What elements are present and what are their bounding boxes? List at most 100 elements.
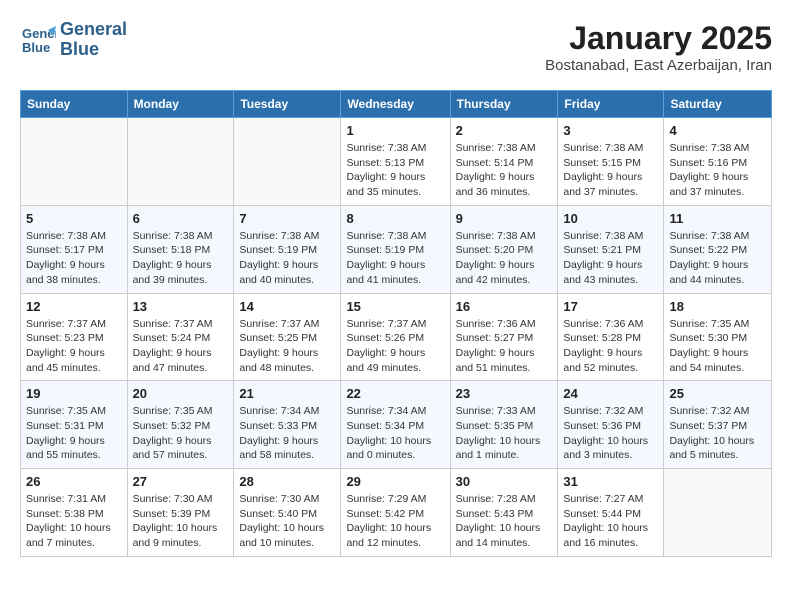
calendar-cell: 27Sunrise: 7:30 AM Sunset: 5:39 PM Dayli… xyxy=(127,469,234,557)
day-info: Sunrise: 7:38 AM Sunset: 5:21 PM Dayligh… xyxy=(563,229,658,288)
title-area: January 2025 Bostanabad, East Azerbaijan… xyxy=(545,20,772,74)
day-number: 8 xyxy=(346,211,444,226)
cell-content: 22 Sunrise: 7:34 AM Sunset: 5:34 PM Dayli… xyxy=(346,386,444,463)
day-number: 16 xyxy=(456,299,553,314)
week-row-3: 12Sunrise: 7:37 AM Sunset: 5:23 PM Dayli… xyxy=(21,293,772,381)
month-title: January 2025 xyxy=(545,20,772,57)
day-number: 13 xyxy=(133,299,229,314)
calendar-cell: 29 Sunrise: 7:29 AM Sunset: 5:42 PM Dayli… xyxy=(341,469,450,557)
day-number: 18 xyxy=(669,299,766,314)
calendar-cell: 3 Sunrise: 7:38 AM Sunset: 5:15 PM Daylig… xyxy=(558,118,664,206)
day-info: Sunrise: 7:38 AM Sunset: 5:19 PM Dayligh… xyxy=(346,229,444,288)
cell-content: 12Sunrise: 7:37 AM Sunset: 5:23 PM Dayli… xyxy=(26,299,122,376)
cell-content: 19 Sunrise: 7:35 AM Sunset: 5:31 PM Dayli… xyxy=(26,386,122,463)
day-number: 1 xyxy=(346,123,444,138)
logo-icon: General Blue xyxy=(20,22,56,58)
cell-content: 25Sunrise: 7:32 AM Sunset: 5:37 PM Dayli… xyxy=(669,386,766,463)
calendar-cell: 16Sunrise: 7:36 AM Sunset: 5:27 PM Dayli… xyxy=(450,293,558,381)
day-info: Sunrise: 7:30 AM Sunset: 5:40 PM Dayligh… xyxy=(239,492,335,551)
day-number: 22 xyxy=(346,386,444,401)
cell-content: 21 Sunrise: 7:34 AM Sunset: 5:33 PM Dayli… xyxy=(239,386,335,463)
calendar-cell: 4 Sunrise: 7:38 AM Sunset: 5:16 PM Daylig… xyxy=(664,118,772,206)
day-info: Sunrise: 7:29 AM Sunset: 5:42 PM Dayligh… xyxy=(346,492,444,551)
day-info: Sunrise: 7:38 AM Sunset: 5:16 PM Dayligh… xyxy=(669,141,766,200)
location-title: Bostanabad, East Azerbaijan, Iran xyxy=(545,57,772,74)
week-row-1: 1Sunrise: 7:38 AM Sunset: 5:13 PM Daylig… xyxy=(21,118,772,206)
calendar-cell: 26Sunrise: 7:31 AM Sunset: 5:38 PM Dayli… xyxy=(21,469,128,557)
calendar-cell: 20Sunrise: 7:35 AM Sunset: 5:32 PM Dayli… xyxy=(127,381,234,469)
day-info: Sunrise: 7:37 AM Sunset: 5:26 PM Dayligh… xyxy=(346,317,444,376)
svg-text:Blue: Blue xyxy=(22,40,50,55)
day-number: 29 xyxy=(346,474,444,489)
calendar-cell: 30Sunrise: 7:28 AM Sunset: 5:43 PM Dayli… xyxy=(450,469,558,557)
calendar-cell: 19 Sunrise: 7:35 AM Sunset: 5:31 PM Dayli… xyxy=(21,381,128,469)
day-info: Sunrise: 7:35 AM Sunset: 5:31 PM Dayligh… xyxy=(26,404,122,463)
day-number: 19 xyxy=(26,386,122,401)
day-number: 21 xyxy=(239,386,335,401)
cell-content: 1Sunrise: 7:38 AM Sunset: 5:13 PM Daylig… xyxy=(346,123,444,200)
logo-text-line1: General xyxy=(60,20,127,40)
calendar-cell: 12Sunrise: 7:37 AM Sunset: 5:23 PM Dayli… xyxy=(21,293,128,381)
calendar-cell: 6Sunrise: 7:38 AM Sunset: 5:18 PM Daylig… xyxy=(127,205,234,293)
day-number: 23 xyxy=(456,386,553,401)
calendar-cell: 7Sunrise: 7:38 AM Sunset: 5:19 PM Daylig… xyxy=(234,205,341,293)
day-number: 3 xyxy=(563,123,658,138)
calendar-cell: 9 Sunrise: 7:38 AM Sunset: 5:20 PM Daylig… xyxy=(450,205,558,293)
calendar-cell: 2Sunrise: 7:38 AM Sunset: 5:14 PM Daylig… xyxy=(450,118,558,206)
cell-content: 26Sunrise: 7:31 AM Sunset: 5:38 PM Dayli… xyxy=(26,474,122,551)
logo-text-line2: Blue xyxy=(60,40,127,60)
day-info: Sunrise: 7:34 AM Sunset: 5:33 PM Dayligh… xyxy=(239,404,335,463)
calendar-cell xyxy=(127,118,234,206)
day-info: Sunrise: 7:38 AM Sunset: 5:20 PM Dayligh… xyxy=(456,229,553,288)
calendar-cell xyxy=(234,118,341,206)
cell-content xyxy=(239,123,335,195)
calendar-cell: 23 Sunrise: 7:33 AM Sunset: 5:35 PM Dayli… xyxy=(450,381,558,469)
cell-content: 18 Sunrise: 7:35 AM Sunset: 5:30 PM Dayli… xyxy=(669,299,766,376)
week-row-5: 26Sunrise: 7:31 AM Sunset: 5:38 PM Dayli… xyxy=(21,469,772,557)
cell-content: 17Sunrise: 7:36 AM Sunset: 5:28 PM Dayli… xyxy=(563,299,658,376)
calendar-cell: 31Sunrise: 7:27 AM Sunset: 5:44 PM Dayli… xyxy=(558,469,664,557)
cell-content: 28 Sunrise: 7:30 AM Sunset: 5:40 PM Dayli… xyxy=(239,474,335,551)
svg-text:General: General xyxy=(22,26,56,41)
cell-content xyxy=(133,123,229,195)
day-number: 9 xyxy=(456,211,553,226)
calendar-cell: 22 Sunrise: 7:34 AM Sunset: 5:34 PM Dayli… xyxy=(341,381,450,469)
cell-content: 7Sunrise: 7:38 AM Sunset: 5:19 PM Daylig… xyxy=(239,211,335,288)
day-number: 28 xyxy=(239,474,335,489)
calendar-cell: 21 Sunrise: 7:34 AM Sunset: 5:33 PM Dayli… xyxy=(234,381,341,469)
day-info: Sunrise: 7:34 AM Sunset: 5:34 PM Dayligh… xyxy=(346,404,444,463)
calendar-cell: 15Sunrise: 7:37 AM Sunset: 5:26 PM Dayli… xyxy=(341,293,450,381)
weekday-header-wednesday: Wednesday xyxy=(341,91,450,118)
day-number: 5 xyxy=(26,211,122,226)
cell-content: 29 Sunrise: 7:29 AM Sunset: 5:42 PM Dayli… xyxy=(346,474,444,551)
day-info: Sunrise: 7:33 AM Sunset: 5:35 PM Dayligh… xyxy=(456,404,553,463)
day-info: Sunrise: 7:38 AM Sunset: 5:15 PM Dayligh… xyxy=(563,141,658,200)
cell-content: 14Sunrise: 7:37 AM Sunset: 5:25 PM Dayli… xyxy=(239,299,335,376)
calendar-cell: 24 Sunrise: 7:32 AM Sunset: 5:36 PM Dayli… xyxy=(558,381,664,469)
day-number: 4 xyxy=(669,123,766,138)
cell-content: 24 Sunrise: 7:32 AM Sunset: 5:36 PM Dayli… xyxy=(563,386,658,463)
weekday-header-tuesday: Tuesday xyxy=(234,91,341,118)
calendar-cell: 1Sunrise: 7:38 AM Sunset: 5:13 PM Daylig… xyxy=(341,118,450,206)
day-number: 26 xyxy=(26,474,122,489)
day-number: 30 xyxy=(456,474,553,489)
week-row-2: 5Sunrise: 7:38 AM Sunset: 5:17 PM Daylig… xyxy=(21,205,772,293)
calendar-cell: 25Sunrise: 7:32 AM Sunset: 5:37 PM Dayli… xyxy=(664,381,772,469)
day-number: 25 xyxy=(669,386,766,401)
day-number: 2 xyxy=(456,123,553,138)
day-number: 24 xyxy=(563,386,658,401)
day-number: 31 xyxy=(563,474,658,489)
day-info: Sunrise: 7:38 AM Sunset: 5:22 PM Dayligh… xyxy=(669,229,766,288)
cell-content: 13Sunrise: 7:37 AM Sunset: 5:24 PM Dayli… xyxy=(133,299,229,376)
cell-content: 2Sunrise: 7:38 AM Sunset: 5:14 PM Daylig… xyxy=(456,123,553,200)
day-info: Sunrise: 7:30 AM Sunset: 5:39 PM Dayligh… xyxy=(133,492,229,551)
day-number: 14 xyxy=(239,299,335,314)
day-info: Sunrise: 7:37 AM Sunset: 5:23 PM Dayligh… xyxy=(26,317,122,376)
header: General Blue General Blue January 2025 B… xyxy=(20,20,772,74)
cell-content: 8 Sunrise: 7:38 AM Sunset: 5:19 PM Daylig… xyxy=(346,211,444,288)
day-info: Sunrise: 7:35 AM Sunset: 5:30 PM Dayligh… xyxy=(669,317,766,376)
cell-content: 31Sunrise: 7:27 AM Sunset: 5:44 PM Dayli… xyxy=(563,474,658,551)
calendar-table: SundayMondayTuesdayWednesdayThursdayFrid… xyxy=(20,90,772,557)
weekday-header-sunday: Sunday xyxy=(21,91,128,118)
day-info: Sunrise: 7:32 AM Sunset: 5:36 PM Dayligh… xyxy=(563,404,658,463)
